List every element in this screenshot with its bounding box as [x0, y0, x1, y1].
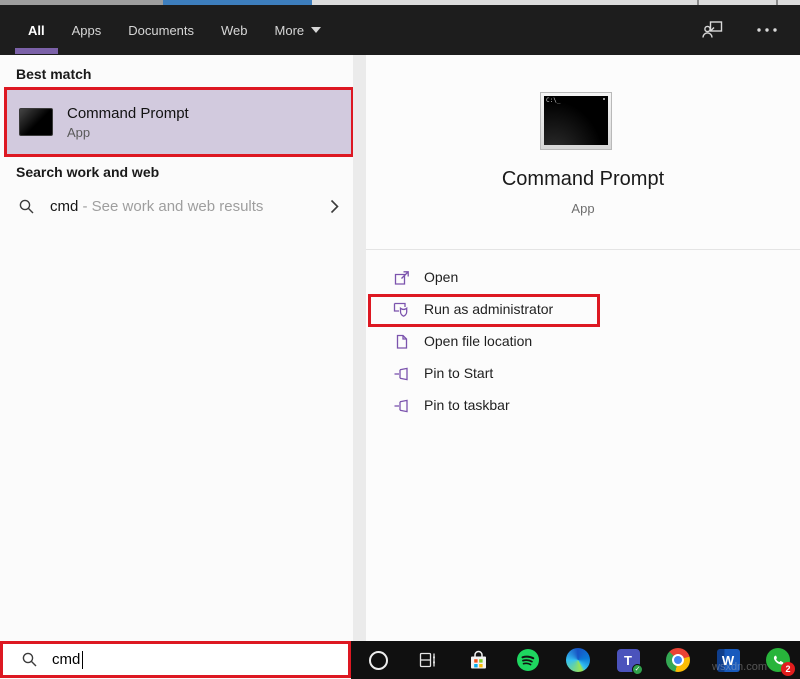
- tab-apps-label: Apps: [72, 23, 102, 38]
- window-control-dot: [603, 98, 605, 100]
- chrome-icon[interactable]: [666, 648, 690, 672]
- action-open-file-location-label: Open file location: [424, 333, 532, 349]
- whatsapp-badge: 2: [781, 662, 795, 676]
- best-match-heading: Best match: [16, 66, 91, 82]
- word-letter: W: [722, 653, 734, 668]
- pin-icon: [392, 396, 410, 414]
- action-run-as-administrator-label: Run as administrator: [424, 301, 553, 317]
- web-suggestion-query: cmd: [50, 198, 78, 215]
- pin-icon: [392, 364, 410, 382]
- search-icon: [18, 198, 35, 215]
- panel-divider: [353, 55, 366, 642]
- tab-all[interactable]: All: [28, 5, 45, 55]
- taskbar-search-input[interactable]: cmd: [0, 641, 351, 678]
- preview-divider-line: [366, 249, 800, 250]
- command-prompt-icon: [19, 108, 53, 136]
- tab-more-label: More: [275, 23, 305, 38]
- best-match-title: Command Prompt: [67, 105, 189, 122]
- chevron-right-icon[interactable]: [330, 199, 339, 214]
- teams-status-check-icon: ✓: [632, 664, 643, 675]
- taskbar: T ✓ W 2: [351, 641, 800, 679]
- action-pin-to-taskbar-label: Pin to taskbar: [424, 397, 510, 413]
- cortana-icon[interactable]: [366, 648, 390, 672]
- best-match-type: App: [67, 125, 189, 140]
- search-filter-header: All Apps Documents Web More: [0, 5, 800, 55]
- action-open-label: Open: [424, 269, 458, 285]
- spotify-icon[interactable]: [516, 648, 540, 672]
- tab-web-label: Web: [221, 23, 248, 38]
- action-pin-to-taskbar[interactable]: Pin to taskbar: [366, 389, 800, 421]
- word-icon[interactable]: W: [716, 648, 740, 672]
- edge-icon[interactable]: [566, 648, 590, 672]
- whatsapp-icon[interactable]: 2: [766, 648, 790, 672]
- file-location-icon: [392, 332, 410, 350]
- tab-documents-label: Documents: [128, 23, 194, 38]
- best-match-result[interactable]: Command Prompt App: [4, 87, 354, 157]
- tab-all-label: All: [28, 23, 45, 38]
- action-pin-to-start[interactable]: Pin to Start: [366, 357, 800, 389]
- web-suggestion-hint: - See work and web results: [83, 198, 264, 215]
- tab-more[interactable]: More: [275, 5, 322, 55]
- tab-documents[interactable]: Documents: [128, 5, 194, 55]
- task-view-icon[interactable]: [416, 648, 440, 672]
- action-run-as-administrator[interactable]: Run as administrator: [366, 293, 800, 325]
- teams-letter: T: [624, 653, 632, 668]
- filter-tabs: All Apps Documents Web More: [0, 5, 348, 55]
- open-window-icon: [392, 268, 410, 286]
- web-suggestion-row[interactable]: cmd - See work and web results: [0, 188, 353, 224]
- action-open-file-location[interactable]: Open file location: [366, 325, 800, 357]
- user-account-icon[interactable]: [702, 20, 724, 40]
- shield-icon: [392, 300, 410, 318]
- text-caret: [82, 651, 83, 669]
- preview-app-type: App: [366, 201, 800, 216]
- windows-search-overlay: All Apps Documents Web More: [0, 0, 800, 679]
- search-work-web-heading: Search work and web: [16, 164, 159, 180]
- microsoft-store-icon[interactable]: [466, 648, 490, 672]
- preview-app-title: Command Prompt: [366, 168, 800, 191]
- app-preview-panel: C:\_ Command Prompt App Open: [366, 55, 800, 642]
- tab-apps[interactable]: Apps: [72, 5, 102, 55]
- search-input-value: cmd: [52, 651, 80, 668]
- prompt-text: C:\_: [546, 97, 560, 104]
- search-icon: [21, 651, 38, 668]
- action-pin-to-start-label: Pin to Start: [424, 365, 493, 381]
- chevron-down-icon: [311, 27, 321, 33]
- teams-icon[interactable]: T ✓: [616, 648, 640, 672]
- action-open[interactable]: Open: [366, 261, 800, 293]
- context-actions-list: Open Run as administrator Open file l: [366, 261, 800, 421]
- ellipsis-menu-icon[interactable]: [756, 27, 778, 33]
- tab-web[interactable]: Web: [221, 5, 248, 55]
- command-prompt-large-icon: C:\_: [540, 92, 612, 150]
